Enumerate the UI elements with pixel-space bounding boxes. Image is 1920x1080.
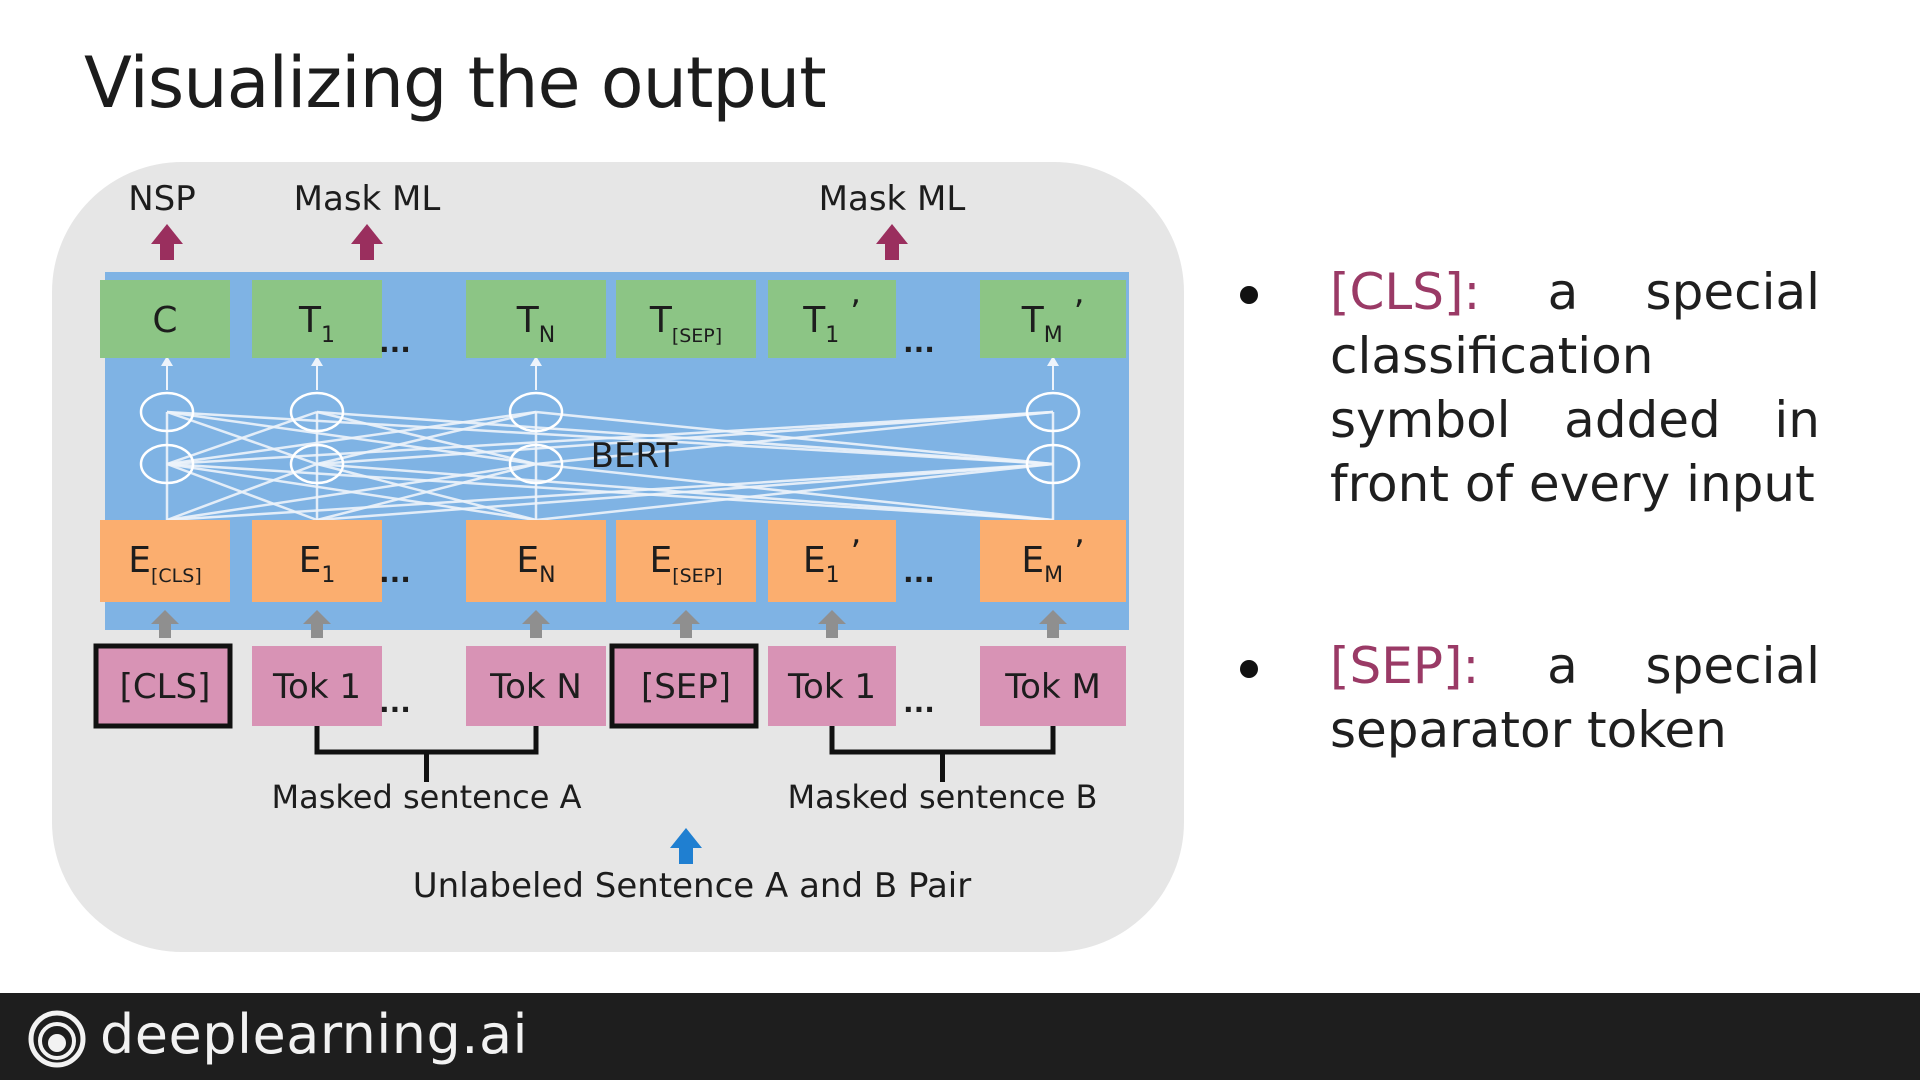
output-task-label: Mask ML [819,179,966,219]
bullet-text: [CLS]: a special classification symbol a… [1330,260,1820,516]
embedding-box [616,520,756,602]
embedding-box [768,520,896,602]
token-label: Tok M [1004,667,1101,707]
token-label: Tok N [489,667,582,707]
input-connector [826,622,838,638]
ellipsis-label: ... [379,686,411,719]
slide-title: Visualizing the output [84,42,827,124]
output-label: C [152,300,177,341]
input-connector [1047,622,1059,638]
embedding-box [100,520,230,602]
group-label-b: Masked sentence B [787,778,1097,816]
input-label: Unlabeled Sentence A and B Pair [413,866,971,906]
input-connector [530,622,542,638]
bullet-term: [CLS]: [1330,263,1481,321]
output-arrow-head [876,224,908,244]
bullet-cls: [CLS]: a special classification symbol a… [1240,260,1840,520]
output-arrow-head [151,224,183,244]
token-label: [SEP] [641,667,731,707]
bullet-dot [1240,286,1258,304]
output-arrow-head [351,224,383,244]
group-label-a: Masked sentence A [272,778,582,816]
bullet-dot [1240,660,1258,678]
footer-bar: deeplearning.ai [0,993,1920,1080]
output-task-label: NSP [128,179,196,219]
ellipsis-label: ... [379,556,411,589]
input-arrow-head [670,828,702,848]
bullet-term: [SEP]: [1330,637,1480,695]
ellipsis-label: ... [903,556,935,589]
bert-diagram: C T1 ...TN T[SEP] T1 ’...TM ’E[CLS] E1... EN E[… [93,179,1129,906]
output-task-label: Mask ML [294,179,441,219]
token-label: Tok 1 [787,667,876,707]
input-connector [311,622,323,638]
bert-diagram-panel: C T1... TN T[SEP] T1 ’... TM ’ E[CLS] E1... EN E[… [52,162,1184,952]
input-connector [159,622,171,638]
ellipsis-label: ... [903,686,935,719]
bert-label: BERT [591,436,678,476]
ellipsis-label: ... [903,326,935,359]
bullet-text: [SEP]: a special separator token [1330,634,1820,762]
footer-brand: deeplearning.ai [100,1003,529,1066]
bracket-sentence-b [829,726,1056,782]
embedding-box [980,520,1126,602]
input-connector [680,622,692,638]
bullet-sep: [SEP]: a special separator token [1240,634,1840,774]
ellipsis-label: ... [379,326,411,359]
token-label: Tok 1 [272,667,361,707]
deeplearning-logo-icon [28,1010,86,1068]
bracket-sentence-a [314,726,539,782]
token-label: [CLS] [120,667,211,707]
